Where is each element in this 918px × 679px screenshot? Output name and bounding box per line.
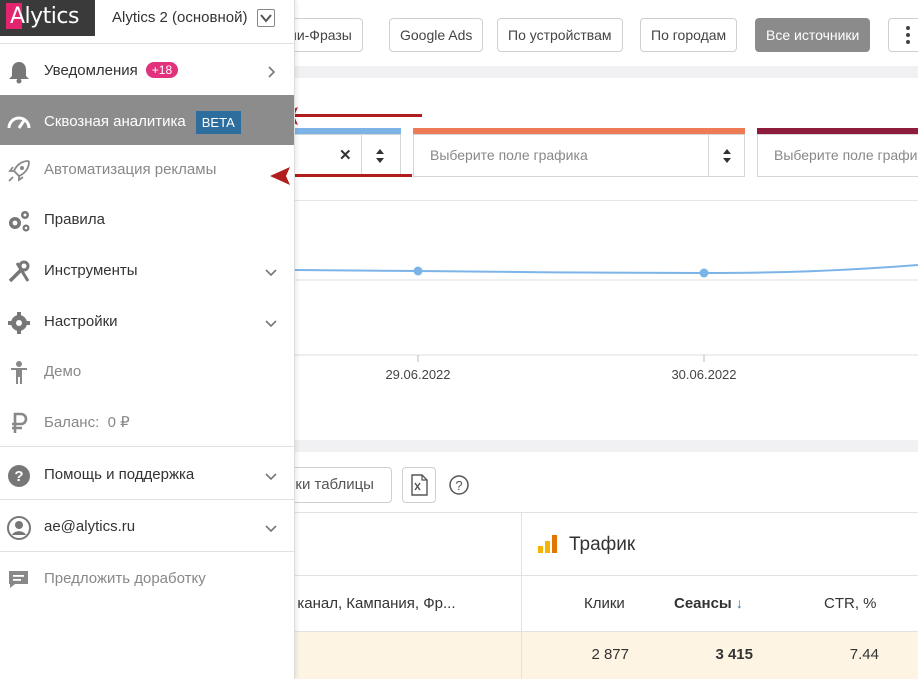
speedometer-icon bbox=[7, 116, 31, 129]
sidebar-item-label: Правила bbox=[44, 211, 105, 228]
logo-text: Alytics bbox=[10, 4, 79, 29]
ctr-column-header[interactable]: CTR, % bbox=[824, 595, 877, 612]
help-icon: ? bbox=[8, 465, 30, 487]
sort-down-icon: ↓ bbox=[735, 595, 743, 611]
account-dropdown[interactable] bbox=[257, 9, 275, 27]
series1-point-2 bbox=[699, 268, 709, 278]
series1-select[interactable]: ✕ bbox=[295, 134, 401, 177]
sidebar-item-tools[interactable]: Инструменты bbox=[0, 246, 294, 296]
table-top-border bbox=[295, 512, 918, 513]
series1-point-1 bbox=[413, 266, 423, 276]
table-group-border bbox=[295, 575, 918, 576]
chevron-down-icon bbox=[260, 14, 272, 23]
ruble-icon bbox=[12, 412, 28, 433]
balance-value: 0 ₽ bbox=[107, 414, 130, 431]
sidebar-item-label: Уведомления bbox=[44, 62, 138, 79]
annotation-arrow-1 bbox=[292, 114, 422, 117]
clicks-column-header[interactable]: Клики bbox=[584, 595, 625, 612]
x-tick-label-1: 29.06.2022 bbox=[385, 367, 450, 382]
user-icon bbox=[7, 516, 31, 540]
row-clicks-value: 2 877 bbox=[591, 646, 629, 663]
more-vertical-icon bbox=[906, 26, 910, 44]
chevron-down-icon bbox=[265, 525, 277, 533]
sessions-header-label: Сеансы bbox=[674, 595, 732, 612]
series1-line bbox=[294, 264, 918, 275]
sidebar-item-demo[interactable]: Демо bbox=[0, 347, 294, 397]
dimension-column-header[interactable]: / канал, Кампания, Фр... bbox=[289, 595, 456, 612]
google-analytics-icon bbox=[538, 535, 557, 553]
tab-by-cities[interactable]: По городам bbox=[640, 18, 738, 52]
tab-google-ads[interactable]: Google Ads bbox=[389, 18, 484, 52]
row-sessions-value: 3 415 bbox=[715, 646, 753, 663]
table-group-title: Трафик bbox=[569, 534, 636, 555]
x-tick-label-2: 30.06.2022 bbox=[671, 367, 736, 382]
svg-text:?: ? bbox=[455, 478, 462, 493]
sidebar-item-user[interactable]: ae@alytics.ru bbox=[0, 502, 294, 552]
export-excel-button[interactable] bbox=[402, 467, 436, 503]
table-row[interactable]: 2 877 3 415 7.44 bbox=[295, 632, 918, 679]
sidebar-item-label: Сквозная аналитика bbox=[44, 113, 186, 130]
chevron-down-icon bbox=[265, 269, 277, 277]
gears-icon bbox=[9, 211, 30, 232]
sidebar-item-help[interactable]: ? Помощь и поддержка bbox=[0, 450, 294, 500]
clear-icon[interactable]: ✕ bbox=[339, 135, 352, 176]
sidebar-divider bbox=[0, 446, 294, 447]
user-email: ae@alytics.ru bbox=[44, 518, 136, 535]
sidebar-item-label: Демо bbox=[44, 363, 82, 380]
sidebar-item-label: Настройки bbox=[44, 313, 118, 330]
sort-arrows-icon bbox=[723, 149, 731, 163]
person-icon bbox=[11, 361, 27, 384]
sidebar: Alytics Alytics 2 (основной) Уведомления… bbox=[0, 0, 295, 679]
sidebar-item-rules[interactable]: Правила bbox=[0, 195, 294, 245]
tab-all-sources[interactable]: Все источники bbox=[755, 18, 871, 52]
sidebar-header: Alytics Alytics 2 (основной) bbox=[0, 0, 294, 44]
rocket-icon bbox=[8, 160, 30, 182]
notification-count-badge: +18 bbox=[145, 62, 179, 78]
account-name[interactable]: Alytics 2 (основной) bbox=[112, 9, 247, 26]
sidebar-item-suggest-improvement[interactable]: Предложить доработку bbox=[0, 554, 294, 604]
sidebar-item-ad-automation[interactable]: Автоматизация рекламы bbox=[0, 145, 294, 195]
tab-by-devices[interactable]: По устройствам bbox=[497, 18, 623, 52]
bell-icon bbox=[9, 62, 29, 84]
sidebar-item-label: Автоматизация рекламы bbox=[44, 161, 217, 178]
logo[interactable]: Alytics bbox=[0, 0, 95, 36]
sidebar-item-label: Помощь и поддержка bbox=[44, 466, 195, 483]
gear-icon bbox=[8, 312, 30, 334]
comment-icon bbox=[9, 571, 28, 588]
sidebar-divider bbox=[0, 499, 294, 500]
series2-placeholder: Выберите поле графика bbox=[430, 147, 588, 163]
sessions-column-header[interactable]: Сеансы ↓ bbox=[674, 595, 743, 612]
sidebar-item-label: Предложить доработку bbox=[44, 570, 206, 587]
excel-icon bbox=[411, 474, 428, 496]
more-menu-button[interactable] bbox=[888, 18, 918, 52]
chevron-down-icon bbox=[265, 320, 277, 328]
annotation-arrowhead-2 bbox=[270, 167, 290, 185]
sidebar-item-end-to-end-analytics[interactable]: Сквозная аналитика BETA bbox=[0, 95, 294, 145]
chevron-right-icon bbox=[268, 66, 276, 78]
annotation-arrow-2 bbox=[282, 174, 412, 177]
help-circle-icon[interactable]: ? bbox=[448, 474, 470, 496]
sidebar-item-balance[interactable]: Баланс: 0 ₽ bbox=[0, 397, 294, 447]
series2-select[interactable]: Выберите поле графика bbox=[413, 134, 745, 177]
chevron-down-icon bbox=[265, 473, 277, 481]
series3-select[interactable]: Выберите поле графи bbox=[757, 134, 918, 177]
sidebar-item-settings[interactable]: Настройки bbox=[0, 297, 294, 347]
sidebar-item-label: Баланс: bbox=[44, 414, 100, 431]
row-ctr-value: 7.44 bbox=[849, 646, 879, 663]
sidebar-divider bbox=[0, 551, 294, 552]
sidebar-item-notifications[interactable]: Уведомления +18 bbox=[0, 46, 294, 96]
series3-placeholder: Выберите поле графи bbox=[774, 147, 918, 163]
tools-icon bbox=[8, 260, 30, 283]
sidebar-item-label: Инструменты bbox=[44, 262, 138, 279]
beta-badge: BETA bbox=[195, 111, 241, 134]
svg-text:?: ? bbox=[14, 468, 23, 485]
sort-arrows-icon bbox=[376, 149, 384, 163]
